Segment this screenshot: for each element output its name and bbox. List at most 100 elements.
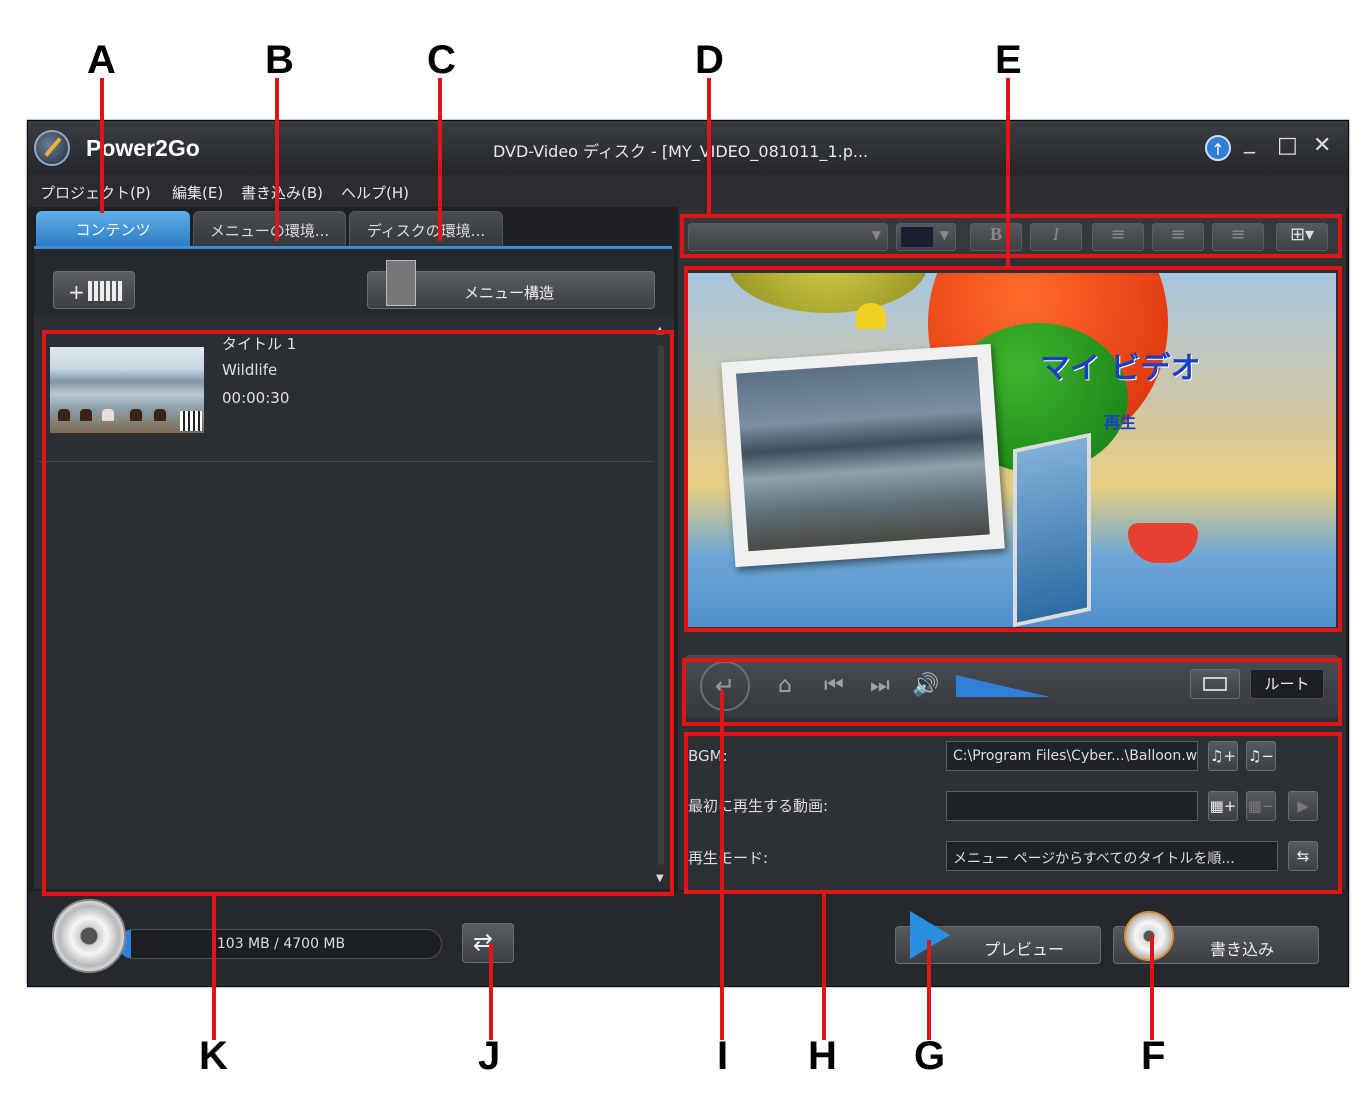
menu-burn[interactable]: 書き込み(B) bbox=[241, 182, 323, 203]
callout-i: I bbox=[717, 1034, 729, 1078]
app-window: Power2Go DVD-Video ディスク - [MY_VIDEO_0810… bbox=[27, 120, 1349, 987]
align-right-button[interactable]: ≡ bbox=[1212, 223, 1264, 251]
callout-line-d bbox=[707, 78, 711, 216]
color-swatch bbox=[901, 227, 933, 247]
content-scrollbar[interactable] bbox=[658, 345, 664, 865]
volume-icon[interactable]: 🔊 bbox=[912, 673, 939, 698]
burn-label: 書き込み bbox=[1210, 940, 1275, 959]
menu-play-button[interactable]: 再生 bbox=[1104, 409, 1136, 433]
remove-first-play-icon[interactable]: ▦− bbox=[1246, 791, 1276, 821]
italic-button[interactable]: I bbox=[1030, 223, 1082, 251]
callout-line-g bbox=[927, 940, 931, 1040]
add-content-button[interactable]: + bbox=[53, 271, 135, 309]
content-panel: + メニュー構造 タイトル 1 Wildlife 00:00:30 ▲ ▼ bbox=[34, 249, 674, 889]
callout-k: K bbox=[199, 1034, 228, 1078]
maximize-button[interactable]: □ bbox=[1277, 133, 1298, 158]
callout-line-f bbox=[1150, 935, 1154, 1040]
disc-swap-button[interactable]: ⇄ bbox=[462, 923, 514, 963]
callout-f: F bbox=[1141, 1034, 1166, 1078]
menu-navigation-bar: ↵ ⌂ ⏮ ⏭ 🔊 ルート bbox=[684, 655, 1340, 717]
burn-disc-icon bbox=[1124, 911, 1174, 961]
film-badge-icon bbox=[180, 411, 202, 431]
minimize-button[interactable]: _ bbox=[1244, 129, 1255, 154]
menu-project[interactable]: プロジェクト(P) bbox=[40, 182, 151, 203]
balloon-yellow bbox=[728, 273, 928, 313]
callout-line-h bbox=[822, 892, 826, 1040]
callout-b: B bbox=[265, 38, 294, 82]
callout-line-c bbox=[438, 78, 442, 241]
text-format-bar: ▼ ▼ B I ≡ ≡ ≡ ⊞▾ bbox=[684, 215, 1340, 255]
menu-help[interactable]: ヘルプ(H) bbox=[341, 182, 409, 203]
capacity-text: 103 MB / 4700 MB bbox=[216, 936, 346, 952]
callout-line-a bbox=[100, 78, 104, 213]
scroll-down-icon[interactable]: ▼ bbox=[656, 873, 664, 884]
menu-structure-button[interactable]: メニュー構造 bbox=[367, 260, 655, 309]
aspect-ratio-button[interactable] bbox=[1190, 669, 1240, 699]
remove-bgm-icon[interactable]: ♫− bbox=[1246, 741, 1276, 771]
menu-edit[interactable]: 編集(E) bbox=[172, 182, 223, 203]
root-button[interactable]: ルート bbox=[1250, 669, 1324, 699]
add-first-play-icon[interactable]: ▦+ bbox=[1208, 791, 1238, 821]
chevron-down-icon: ▼ bbox=[871, 228, 881, 242]
preview-button[interactable]: プレビュー bbox=[895, 911, 1101, 964]
callout-j: J bbox=[478, 1034, 501, 1078]
callout-line-j bbox=[489, 944, 493, 1040]
capacity-bar: 103 MB / 4700 MB bbox=[118, 929, 442, 959]
previous-icon[interactable]: ⏮ bbox=[824, 673, 844, 698]
menu-photo-frame[interactable] bbox=[721, 343, 1005, 568]
align-center-button[interactable]: ≡ bbox=[1152, 223, 1204, 251]
menu-photo-frame-2[interactable] bbox=[1013, 432, 1091, 627]
home-icon[interactable]: ⌂ bbox=[778, 673, 792, 698]
callout-g: G bbox=[914, 1034, 946, 1078]
return-icon[interactable]: ↵ bbox=[700, 661, 750, 711]
first-play-field[interactable] bbox=[946, 791, 1198, 821]
callout-h: H bbox=[808, 1034, 837, 1078]
play-first-icon[interactable]: ▶ bbox=[1288, 791, 1318, 821]
callout-line-i bbox=[720, 690, 724, 1040]
tab-disc-settings[interactable]: ディスクの環境... bbox=[349, 211, 503, 247]
update-arrow-icon[interactable]: ↑ bbox=[1205, 135, 1231, 161]
scroll-up-icon[interactable]: ▲ bbox=[656, 325, 664, 336]
volume-slider[interactable] bbox=[956, 675, 1050, 697]
preview-label: プレビュー bbox=[984, 940, 1065, 959]
next-icon[interactable]: ⏭ bbox=[870, 673, 890, 698]
tab-menu-settings[interactable]: メニューの環境... bbox=[193, 211, 346, 247]
menu-title-text[interactable]: マイ ビデオ bbox=[1040, 343, 1200, 387]
menu-settings: BGM: C:\Program Files\Cyber...\Balloon.w… bbox=[684, 729, 1340, 889]
play-mode-settings-icon[interactable]: ⇆ bbox=[1288, 841, 1318, 871]
close-button[interactable]: ✕ bbox=[1313, 133, 1331, 158]
menu-structure-label: メニュー構造 bbox=[464, 284, 555, 302]
item-duration: 00:00:30 bbox=[222, 389, 290, 407]
callout-line-e bbox=[1006, 78, 1010, 268]
color-chevron-icon: ▼ bbox=[939, 228, 949, 242]
add-label: + bbox=[68, 280, 85, 304]
callout-e: E bbox=[995, 38, 1022, 82]
callout-c: C bbox=[427, 38, 456, 82]
tab-content[interactable]: コンテンツ bbox=[36, 211, 190, 247]
burn-button[interactable]: 書き込み bbox=[1113, 911, 1319, 964]
add-bgm-icon[interactable]: ♫+ bbox=[1208, 741, 1238, 771]
callout-d: D bbox=[695, 38, 724, 82]
power2go-logo-icon bbox=[34, 130, 70, 166]
disc-icon bbox=[52, 899, 126, 973]
list-separator bbox=[38, 461, 654, 462]
boat-decoration bbox=[1128, 523, 1198, 563]
menu-preview[interactable]: マイ ビデオ 再生 bbox=[688, 273, 1336, 627]
callout-line-k bbox=[212, 895, 216, 1040]
bold-button[interactable]: B bbox=[970, 223, 1022, 251]
align-left-button[interactable]: ≡ bbox=[1092, 223, 1144, 251]
play-mode-label: 再生モード: bbox=[688, 849, 769, 867]
color-select[interactable]: ▼ bbox=[896, 223, 956, 251]
font-select[interactable]: ▼ bbox=[688, 223, 888, 251]
screen-icon bbox=[1203, 677, 1227, 691]
callout-a: A bbox=[87, 38, 116, 82]
menu-bar: プロジェクト(P) 編集(E) 書き込み(B) ヘルプ(H) bbox=[28, 175, 1348, 207]
menu-structure-icon bbox=[386, 260, 416, 306]
window-title: DVD-Video ディスク - [MY_VIDEO_081011_1.p... bbox=[493, 142, 869, 161]
bell-icon bbox=[856, 303, 886, 329]
callout-line-b bbox=[275, 78, 279, 241]
play-mode-field[interactable]: メニュー ページからすべてのタイトルを順... bbox=[946, 841, 1278, 871]
bgm-field[interactable]: C:\Program Files\Cyber...\Balloon.wma bbox=[946, 741, 1198, 771]
layout-grid-button[interactable]: ⊞▾ bbox=[1276, 223, 1328, 251]
menu-editor-panel: ▼ ▼ B I ≡ ≡ ≡ ⊞▾ マイ ビデオ 再生 ↵ ⌂ ⏮ ⏭ 🔊 ルート… bbox=[678, 207, 1346, 890]
